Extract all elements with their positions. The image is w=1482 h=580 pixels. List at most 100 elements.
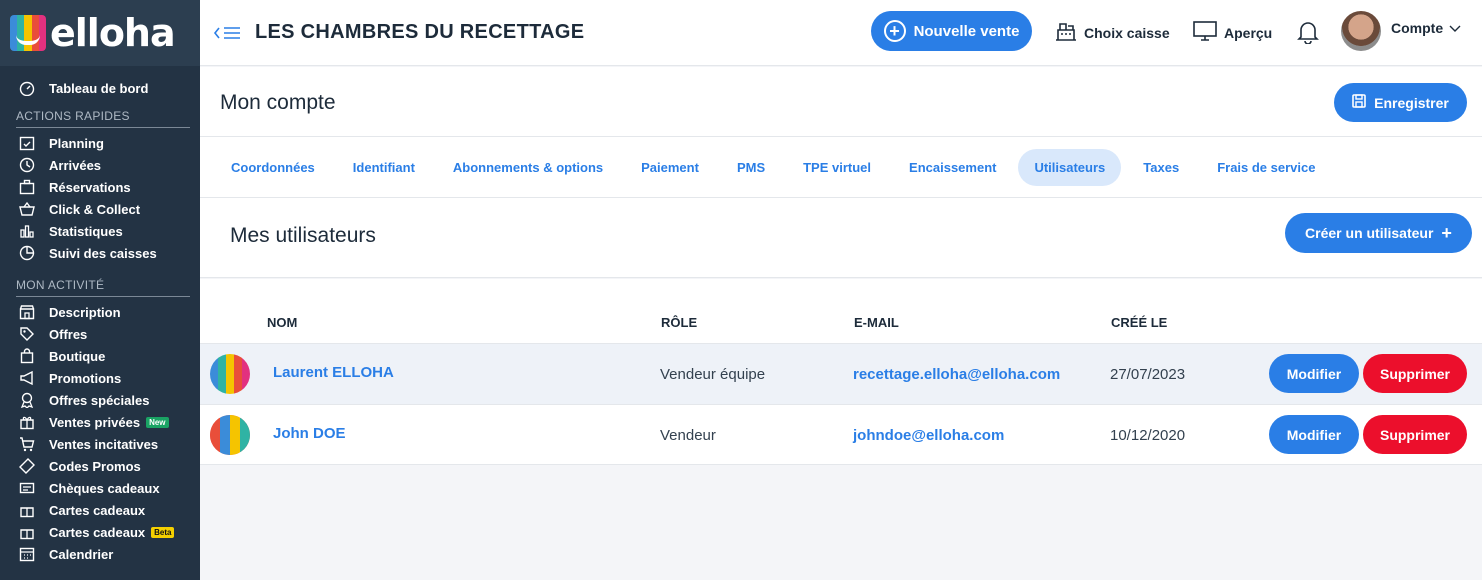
create-user-button[interactable]: Créer un utilisateur + bbox=[1285, 213, 1472, 253]
user-email-link[interactable]: recettage.elloha@elloha.com bbox=[853, 366, 1060, 383]
user-created-date: 27/07/2023 bbox=[1110, 366, 1186, 383]
cash-register-label: Choix caisse bbox=[1084, 24, 1170, 41]
notifications-bell-icon[interactable] bbox=[1297, 20, 1319, 49]
users-header: Mes utilisateurs Créer un utilisateur + bbox=[200, 198, 1482, 278]
sidebar-item-calendar[interactable]: Calendrier bbox=[0, 543, 200, 565]
tab-virtual-tpe[interactable]: TPE virtuel bbox=[787, 149, 887, 186]
top-header: LES CHAMBRES DU RECETTAGE + Nouvelle ven… bbox=[200, 0, 1482, 66]
table-header: NOM RÔLE E-MAIL CRÉÉ LE bbox=[200, 279, 1482, 343]
account-tabs: Coordonnées Identifiant Abonnements & op… bbox=[200, 137, 1482, 198]
sidebar-item-label: Offres spéciales bbox=[49, 392, 150, 408]
sidebar-item-label: Codes Promos bbox=[49, 458, 141, 474]
beta-badge: Beta bbox=[151, 526, 175, 538]
user-avatar bbox=[210, 354, 250, 394]
logo[interactable]: elloha bbox=[0, 0, 200, 66]
sidebar-item-dashboard[interactable]: Tableau de bord bbox=[0, 77, 200, 99]
page-header: Mon compte Enregistrer bbox=[200, 67, 1482, 137]
tab-collection[interactable]: Encaissement bbox=[893, 149, 1012, 186]
column-email: E-MAIL bbox=[854, 315, 899, 330]
sidebar-item-label: Boutique bbox=[49, 348, 106, 364]
sidebar-item-label: Calendrier bbox=[49, 546, 114, 562]
user-avatar bbox=[210, 415, 250, 455]
tab-subscriptions[interactable]: Abonnements & options bbox=[437, 149, 619, 186]
user-role: Vendeur bbox=[660, 427, 716, 444]
sidebar-item-click-collect[interactable]: Click & Collect bbox=[0, 198, 200, 220]
tab-payment[interactable]: Paiement bbox=[625, 149, 715, 186]
cash-register-icon bbox=[1054, 20, 1084, 45]
divider bbox=[16, 127, 190, 128]
account-menu[interactable]: Compte bbox=[1391, 20, 1467, 36]
shopping-bag-icon bbox=[18, 348, 36, 364]
tab-login[interactable]: Identifiant bbox=[337, 149, 431, 186]
sidebar-item-label: Tableau de bord bbox=[49, 80, 149, 96]
create-user-label: Créer un utilisateur bbox=[1305, 225, 1434, 241]
sidebar-item-description[interactable]: Description bbox=[0, 301, 200, 323]
save-label: Enregistrer bbox=[1374, 94, 1449, 111]
plus-icon: + bbox=[1441, 222, 1452, 243]
table-row: John DOE Vendeur johndoe@elloha.com 10/1… bbox=[200, 404, 1482, 465]
user-email-link[interactable]: johndoe@elloha.com bbox=[853, 427, 1004, 444]
clock-icon bbox=[18, 157, 36, 173]
sidebar-item-label: Description bbox=[49, 304, 121, 320]
tab-service-fees[interactable]: Frais de service bbox=[1201, 149, 1331, 186]
sidebar-item-gift-cards[interactable]: Cartes cadeaux bbox=[0, 499, 200, 521]
activity-list: Description Offres Boutique Promotions O… bbox=[0, 301, 200, 565]
sidebar-item-reservations[interactable]: Réservations bbox=[0, 176, 200, 198]
gift-card-icon bbox=[18, 502, 36, 518]
save-button[interactable]: Enregistrer bbox=[1334, 83, 1467, 122]
table-row: Laurent ELLOHA Vendeur équipe recettage.… bbox=[200, 343, 1482, 404]
new-sale-label: Nouvelle vente bbox=[913, 22, 1020, 40]
sidebar-item-arrivals[interactable]: Arrivées bbox=[0, 154, 200, 176]
sidebar-item-label: Suivi des caisses bbox=[49, 245, 157, 261]
delete-user-button[interactable]: Supprimer bbox=[1363, 415, 1467, 454]
account-label: Compte bbox=[1391, 20, 1444, 36]
voucher-icon bbox=[18, 480, 36, 496]
sidebar-item-cash-tracking[interactable]: Suivi des caisses bbox=[0, 242, 200, 264]
tab-pms[interactable]: PMS bbox=[721, 149, 781, 186]
sidebar-item-label: Ventes privées bbox=[49, 414, 141, 430]
user-role: Vendeur équipe bbox=[660, 366, 766, 383]
speedometer-icon bbox=[18, 80, 36, 96]
sidebar-item-shop[interactable]: Boutique bbox=[0, 345, 200, 367]
new-sale-button[interactable]: + Nouvelle vente bbox=[871, 11, 1032, 51]
tab-coordinates[interactable]: Coordonnées bbox=[215, 149, 331, 186]
edit-user-button[interactable]: Modifier bbox=[1269, 415, 1359, 454]
sidebar-item-promo-codes[interactable]: Codes Promos bbox=[0, 455, 200, 477]
user-name-link[interactable]: Laurent ELLOHA bbox=[273, 364, 394, 381]
hotel-name: LES CHAMBRES DU RECETTAGE bbox=[255, 21, 585, 43]
user-avatar[interactable] bbox=[1341, 11, 1381, 51]
sidebar-item-gift-vouchers[interactable]: Chèques cadeaux bbox=[0, 477, 200, 499]
sidebar-item-label: Cartes cadeaux bbox=[49, 502, 146, 518]
sidebar-item-promotions[interactable]: Promotions bbox=[0, 367, 200, 389]
column-role: RÔLE bbox=[661, 315, 698, 330]
sidebar-item-gift-cards-beta[interactable]: Cartes cadeaux Beta bbox=[0, 521, 200, 543]
tab-users[interactable]: Utilisateurs bbox=[1018, 148, 1122, 186]
preview-link[interactable]: Aperçu bbox=[1192, 20, 1272, 45]
sidebar-item-label: Planning bbox=[49, 135, 104, 151]
sidebar-item-upsell[interactable]: Ventes incitatives bbox=[0, 433, 200, 455]
pie-chart-icon bbox=[18, 245, 36, 261]
sidebar-item-offers[interactable]: Offres bbox=[0, 323, 200, 345]
users-table: NOM RÔLE E-MAIL CRÉÉ LE Laurent ELLOHA V… bbox=[200, 279, 1482, 465]
edit-user-button[interactable]: Modifier bbox=[1269, 354, 1359, 393]
sidebar-item-statistics[interactable]: Statistiques bbox=[0, 220, 200, 242]
collapse-sidebar-icon[interactable] bbox=[213, 25, 243, 41]
user-created-date: 10/12/2020 bbox=[1110, 427, 1186, 444]
briefcase-icon bbox=[18, 179, 36, 195]
page-title: Mon compte bbox=[220, 91, 336, 114]
divider bbox=[16, 296, 190, 297]
quick-actions-list: Planning Arrivées Réservations Click & C… bbox=[0, 132, 200, 264]
sidebar-item-special-offers[interactable]: Offres spéciales bbox=[0, 389, 200, 411]
user-name-link[interactable]: John DOE bbox=[273, 425, 346, 442]
delete-user-button[interactable]: Supprimer bbox=[1363, 354, 1467, 393]
sidebar-item-planning[interactable]: Planning bbox=[0, 132, 200, 154]
coupon-icon bbox=[18, 458, 36, 474]
sidebar-item-label: Chèques cadeaux bbox=[49, 480, 160, 496]
sidebar-item-label: Statistiques bbox=[49, 223, 123, 239]
sidebar-item-private-sales[interactable]: Ventes privées New bbox=[0, 411, 200, 433]
cash-register-choice[interactable]: Choix caisse bbox=[1054, 20, 1170, 45]
logo-text: elloha bbox=[50, 11, 176, 55]
preview-label: Aperçu bbox=[1224, 24, 1273, 41]
logo-mark-icon bbox=[10, 15, 46, 51]
tab-taxes[interactable]: Taxes bbox=[1127, 149, 1195, 186]
